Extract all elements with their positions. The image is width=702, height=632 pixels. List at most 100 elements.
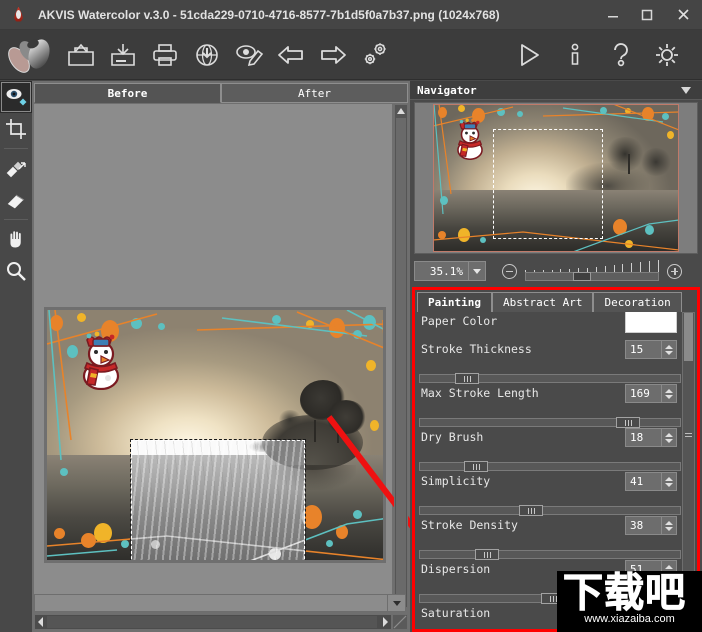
print-image-icon[interactable] xyxy=(144,33,186,77)
site-watermark: 下载吧 www.xiazaiba.com xyxy=(557,571,702,632)
help-icon[interactable] xyxy=(598,33,644,77)
info-icon[interactable] xyxy=(552,33,598,77)
scrollbar-thumb[interactable] xyxy=(684,313,693,361)
scroll-right-arrow-icon[interactable] xyxy=(379,616,391,628)
spinner-arrows-icon[interactable] xyxy=(661,385,676,402)
tab-abstract-art[interactable]: Abstract Art xyxy=(491,292,594,312)
param-slider-stroke-thickness[interactable] xyxy=(417,372,683,384)
tool-strip xyxy=(0,81,32,632)
watermark-text: 下载吧 xyxy=(563,571,686,616)
param-spinbox[interactable]: 38 xyxy=(625,516,677,535)
tab-before[interactable]: Before xyxy=(34,83,221,103)
spinner-arrows-icon[interactable] xyxy=(661,341,676,358)
param-label: Simplicity xyxy=(421,474,491,488)
scroll-up-arrow-icon[interactable] xyxy=(395,105,407,117)
close-button[interactable] xyxy=(664,0,702,30)
param-label: Saturation xyxy=(421,606,491,620)
zoom-tool-icon[interactable] xyxy=(0,255,32,287)
run-icon[interactable] xyxy=(506,33,552,77)
quick-preview-tool-icon[interactable] xyxy=(0,81,32,113)
zoom-in-button[interactable] xyxy=(667,263,682,279)
status-bar xyxy=(34,594,406,612)
param-spinbox[interactable]: 169 xyxy=(625,384,677,403)
minimize-button[interactable] xyxy=(596,0,630,30)
download-presets-icon[interactable] xyxy=(186,33,228,77)
zoom-slider-knob[interactable] xyxy=(573,272,591,281)
tab-decoration[interactable]: Decoration xyxy=(593,292,682,312)
chevron-down-icon[interactable] xyxy=(468,262,485,280)
open-image-icon[interactable] xyxy=(60,33,102,77)
param-value: 15 xyxy=(630,343,644,356)
resize-grip[interactable] xyxy=(392,614,408,630)
param-slider-max-stroke-length[interactable] xyxy=(417,416,683,428)
navigator-viewport-rect[interactable] xyxy=(493,129,603,239)
param-row-dry-brush: Dry Brush 18 xyxy=(417,428,683,460)
scrollbar-grip xyxy=(685,433,692,438)
param-value: 38 xyxy=(630,519,644,532)
hand-tool-icon[interactable] xyxy=(0,223,32,255)
toolbar-right-group xyxy=(506,33,702,77)
canvas-horizontal-scrollbar[interactable] xyxy=(34,614,392,630)
param-spinbox[interactable]: 41 xyxy=(625,472,677,491)
crop-tool-icon[interactable] xyxy=(0,113,32,145)
app-body: Before After Navigator 35.1% Painting Ab… xyxy=(0,81,702,632)
param-row-max-stroke-length: Max Stroke Length 169 xyxy=(417,384,683,416)
settings-tabs: Painting Abstract Art Decoration xyxy=(417,292,697,312)
scrollbar-thumb[interactable] xyxy=(47,616,377,628)
spinner-arrows-icon[interactable] xyxy=(661,473,676,490)
param-slider-stroke-density[interactable] xyxy=(417,548,683,560)
window-title: AKVIS Watercolor v.3.0 - 51cda229-0710-4… xyxy=(38,7,500,22)
canvas-vertical-scrollbar[interactable] xyxy=(394,104,408,608)
maximize-button[interactable] xyxy=(630,0,664,30)
navigator-thumbnail-area[interactable] xyxy=(414,102,698,254)
window-controls xyxy=(596,0,702,30)
zoom-level-combo[interactable]: 35.1% xyxy=(414,261,486,281)
spinner-arrows-icon[interactable] xyxy=(661,429,676,446)
undo-arrow-icon[interactable] xyxy=(270,33,312,77)
history-brush-tool-icon[interactable] xyxy=(0,152,32,184)
spinner-arrows-icon[interactable] xyxy=(661,517,676,534)
param-label: Stroke Thickness xyxy=(421,342,532,356)
navigator-thumbnail xyxy=(433,104,679,252)
scrollbar-thumb[interactable] xyxy=(396,118,406,594)
param-value: 18 xyxy=(630,431,644,444)
status-dropdown-icon[interactable] xyxy=(387,595,405,611)
save-image-icon[interactable] xyxy=(102,33,144,77)
app-logo-icon xyxy=(8,5,30,25)
param-row-stroke-thickness: Stroke Thickness 15 xyxy=(417,340,683,372)
zoom-slider[interactable] xyxy=(525,260,659,282)
preferences-gear-icon[interactable] xyxy=(644,33,690,77)
snowman-sticker xyxy=(77,328,125,390)
artwork-image xyxy=(44,307,386,563)
navigator-title: Navigator xyxy=(417,83,477,97)
image-tabs: Before After xyxy=(34,83,408,103)
zoom-out-button[interactable] xyxy=(502,263,517,279)
tab-after[interactable]: After xyxy=(221,83,408,103)
param-value: 169 xyxy=(630,387,650,400)
batch-processing-icon[interactable] xyxy=(354,33,396,77)
param-spinbox[interactable]: 15 xyxy=(625,340,677,359)
param-label: Paper Color xyxy=(421,314,498,328)
image-pane: Before After xyxy=(32,81,449,632)
param-spinbox[interactable]: 18 xyxy=(625,428,677,447)
scroll-left-arrow-icon[interactable] xyxy=(35,616,47,628)
chevron-down-icon[interactable] xyxy=(680,86,692,95)
preview-region[interactable] xyxy=(130,439,306,560)
tab-painting[interactable]: Painting xyxy=(417,292,492,312)
param-label: Stroke Density xyxy=(421,518,518,532)
quick-preview-icon[interactable] xyxy=(228,33,270,77)
param-value: 41 xyxy=(630,475,644,488)
redo-arrow-icon[interactable] xyxy=(312,33,354,77)
param-slider-dry-brush[interactable] xyxy=(417,460,683,472)
param-label: Dispersion xyxy=(421,562,491,576)
main-toolbar xyxy=(0,30,702,80)
toolbar-left-group xyxy=(0,33,396,77)
eraser-tool-icon[interactable] xyxy=(0,184,32,216)
image-canvas[interactable] xyxy=(34,104,392,608)
param-label: Max Stroke Length xyxy=(421,386,539,400)
param-slider-simplicity[interactable] xyxy=(417,504,683,516)
paper-color-swatch[interactable] xyxy=(625,312,677,333)
zoom-controls: 35.1% xyxy=(414,259,698,283)
param-label: Dry Brush xyxy=(421,430,484,444)
navigator-header: Navigator xyxy=(410,81,702,100)
